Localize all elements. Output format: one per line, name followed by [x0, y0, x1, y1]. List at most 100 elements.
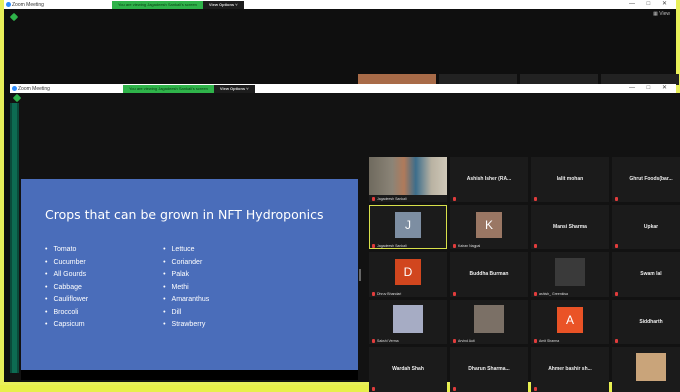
- participant-label: Amit Sharma: [534, 339, 559, 343]
- muted-mic-icon: [615, 339, 618, 343]
- participant-profile-image: [474, 305, 504, 334]
- participant-tile[interactable]: Ashish Isher (RA...: [450, 157, 528, 202]
- view-label: View: [659, 11, 670, 17]
- back-share-banner: You are viewing Jagadeesh Sankali's scre…: [112, 0, 244, 9]
- view-button[interactable]: ▦ View: [653, 11, 670, 17]
- participant-avatar: K: [476, 211, 502, 238]
- shared-slide: Crops that can be grown in NFT Hydroponi…: [21, 179, 358, 370]
- participant-name: Swam lal: [640, 271, 662, 278]
- participant-label: [372, 386, 375, 391]
- participant-profile-image: [393, 305, 423, 334]
- participant-label: [453, 291, 456, 296]
- participant-tile[interactable]: J Jagadeesh Sankali: [369, 204, 447, 249]
- participant-label: [534, 196, 537, 201]
- slide-title: Crops that can be grown in NFT Hydroponi…: [45, 207, 324, 222]
- participant-name: Buddha Burman: [469, 271, 509, 278]
- crop-list-left: TomatoCucumberAll GourdsCabbageCauliflow…: [45, 244, 88, 332]
- participant-gallery: Jagadeesh Sankali Ashish Isher (RA... lali…: [369, 157, 680, 392]
- share-banner-text: You are viewing Jagadeesh Sankali's scre…: [112, 0, 203, 9]
- encryption-shield-icon: [9, 12, 19, 22]
- participant-tile[interactable]: Swam lal: [612, 252, 680, 297]
- crop-item: Cucumber: [45, 257, 88, 270]
- front-share-banner: You are viewing Jagadeesh Sankali's scre…: [123, 84, 255, 93]
- participant-label-text: Jagadeesh Sankali: [377, 244, 407, 248]
- crop-item: Cauliflower: [45, 294, 88, 307]
- participant-tile[interactable]: Siddharth: [612, 299, 680, 344]
- view-options-button[interactable]: View Options ˅: [202, 0, 244, 9]
- participant-avatar: J: [395, 211, 421, 238]
- muted-mic-icon: [534, 196, 537, 201]
- participant-label: [615, 244, 618, 248]
- participant-tile[interactable]: Arvind Auti: [450, 299, 528, 344]
- muted-mic-icon: [372, 196, 375, 201]
- participant-label: [534, 244, 537, 248]
- participant-label: ashish_ Greenkisa: [534, 291, 568, 296]
- side-strip: [10, 103, 19, 373]
- participant-avatar: A: [557, 306, 583, 333]
- muted-mic-icon: [453, 196, 456, 201]
- zoom-icon: [6, 2, 11, 7]
- front-window-titlebar: Zoom Meeting — □ ✕: [10, 84, 676, 93]
- participant-label-text: Amit Sharma: [539, 339, 560, 343]
- participant-video: [369, 157, 447, 195]
- meeting-area: Crops that can be grown in NFT Hydroponi…: [10, 93, 680, 392]
- muted-mic-icon: [534, 244, 537, 248]
- participant-label-text: Arvind Auti: [458, 339, 475, 343]
- crop-item: Lettuce: [163, 244, 209, 257]
- participant-label: [453, 196, 456, 201]
- participant-tile[interactable]: Upkar: [612, 204, 680, 249]
- participant-label: [534, 386, 537, 391]
- participant-tile[interactable]: D Dhruv Bhandari: [369, 252, 447, 297]
- participant-tile[interactable]: Mansi Sharma: [531, 204, 609, 249]
- participant-label: Jagadeesh Sankali: [372, 196, 407, 201]
- slide-bottom-bar: [21, 370, 358, 380]
- participant-label: [615, 196, 618, 201]
- splitter-handle[interactable]: [359, 269, 361, 281]
- crop-item: All Gourds: [45, 269, 88, 282]
- crop-item: Amaranthus: [163, 294, 210, 307]
- crop-item: Coriander: [163, 257, 209, 270]
- participant-label-text: ashish_ Greenkisa: [539, 291, 568, 296]
- muted-mic-icon: [615, 291, 618, 296]
- window-controls[interactable]: — □ ✕: [629, 0, 672, 7]
- participant-label: Jagadeesh Sankali: [372, 244, 407, 248]
- participant-label: Arvind Auti: [453, 339, 475, 343]
- participant-tile[interactable]: Jagadeesh Sankali: [369, 157, 447, 202]
- participant-profile-image: [636, 352, 666, 381]
- participant-label: [615, 339, 618, 343]
- muted-mic-icon: [615, 196, 618, 201]
- participant-name: Ghrut Foods(bar...: [629, 176, 673, 183]
- participant-tile[interactable]: Sakshi Verma: [369, 299, 447, 344]
- crop-item: Broccoli: [45, 307, 88, 320]
- back-window-titlebar: Zoom Meeting — □ ✕: [4, 0, 676, 9]
- participant-tile[interactable]: ashish_ Greenkisa: [531, 252, 609, 297]
- muted-mic-icon: [453, 339, 456, 343]
- participant-name: Dharun Sharma...: [468, 366, 510, 373]
- participant-tile[interactable]: Ghrut Foods(bar...: [612, 157, 680, 202]
- participant-name: Upkar: [643, 223, 659, 230]
- participant-label: [615, 291, 618, 296]
- muted-mic-icon: [372, 339, 375, 343]
- participant-name: Ahmer bashir sh...: [548, 366, 592, 373]
- participant-name: Ashish Isher (RA...: [466, 176, 512, 183]
- desktop-stage: Zoom Meeting — □ ✕ You are viewing Jagad…: [0, 0, 680, 392]
- participant-label-text: Jagadeesh Sankali: [377, 196, 407, 201]
- participant-label: [453, 386, 456, 391]
- participant-tile[interactable]: Buddha Burman: [450, 252, 528, 297]
- muted-mic-icon: [534, 339, 537, 343]
- muted-mic-icon: [453, 291, 456, 296]
- participant-name: Wardah Shah: [392, 366, 424, 373]
- participant-label-text: Sakshi Verma: [377, 339, 399, 343]
- muted-mic-icon: [453, 386, 456, 391]
- participant-label-text: Dhruv Bhandari: [377, 291, 402, 296]
- muted-mic-icon: [372, 291, 375, 296]
- participant-tile[interactable]: A Amit Sharma: [531, 299, 609, 344]
- muted-mic-icon: [534, 291, 537, 296]
- share-banner-text: You are viewing Jagadeesh Sankali's scre…: [123, 84, 214, 93]
- participant-tile[interactable]: lalit mohan: [531, 157, 609, 202]
- participant-tile[interactable]: K Kairan Nagpal: [450, 204, 528, 249]
- window-controls[interactable]: — □ ✕: [629, 84, 672, 91]
- muted-mic-icon: [534, 386, 537, 391]
- muted-mic-icon: [372, 244, 375, 248]
- view-options-button[interactable]: View Options ˅: [213, 84, 255, 93]
